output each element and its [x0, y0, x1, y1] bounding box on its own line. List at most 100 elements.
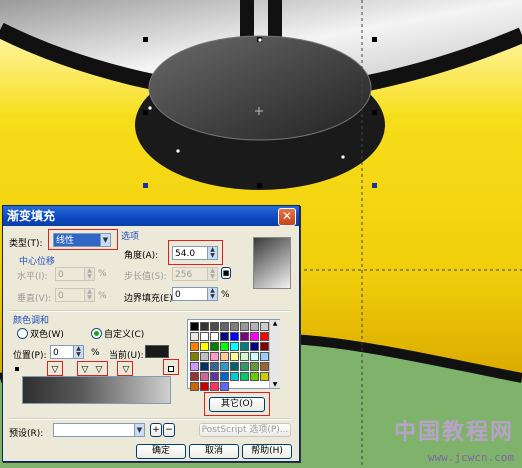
palette-swatch[interactable] — [240, 322, 249, 331]
two-color-label: 双色(W) — [30, 330, 64, 340]
palette-swatch[interactable] — [210, 342, 219, 351]
palette-swatch[interactable] — [210, 352, 219, 361]
palette-swatch[interactable] — [230, 332, 239, 341]
help-label: 帮助(H) — [251, 446, 283, 456]
palette-swatch[interactable] — [200, 352, 209, 361]
palette-swatch[interactable] — [260, 352, 269, 361]
node-point[interactable] — [175, 148, 181, 154]
position-stepper[interactable]: ▲ ▼ — [73, 345, 84, 359]
palette-swatch[interactable] — [190, 342, 199, 351]
palette-swatch[interactable] — [220, 352, 229, 361]
goggle-cap[interactable] — [148, 35, 372, 141]
position-input[interactable]: 0 — [50, 345, 74, 359]
ok-button[interactable]: 确定 — [136, 444, 186, 459]
palette-swatch[interactable] — [260, 342, 269, 351]
palette-swatch[interactable] — [250, 322, 259, 331]
palette-swatch[interactable] — [220, 372, 229, 381]
palette-swatch[interactable] — [210, 322, 219, 331]
palette-swatch[interactable] — [260, 322, 269, 331]
custom-radio[interactable] — [91, 328, 102, 339]
palette-swatch[interactable] — [190, 382, 199, 391]
horizontal-stepper[interactable]: ▲ ▼ — [84, 267, 95, 281]
palette-swatch[interactable] — [230, 372, 239, 381]
palette-swatch[interactable] — [210, 332, 219, 341]
postscript-options-button[interactable]: PostScript 选项(P)... — [199, 423, 291, 437]
palette-swatch[interactable] — [240, 342, 249, 351]
vertical-stepper[interactable]: ▲ ▼ — [84, 288, 95, 302]
palette-swatch[interactable] — [230, 322, 239, 331]
palette-swatch[interactable] — [230, 362, 239, 371]
palette-swatch[interactable] — [190, 322, 199, 331]
selection-handle[interactable] — [372, 183, 377, 188]
edge-pad-unit: % — [221, 290, 230, 300]
current-color-swatch[interactable] — [145, 345, 169, 358]
palette-swatch[interactable] — [190, 362, 199, 371]
palette-swatch[interactable] — [240, 372, 249, 381]
palette-swatch[interactable] — [210, 362, 219, 371]
node-point[interactable] — [257, 37, 263, 43]
lock-icon[interactable]: ■ — [221, 267, 231, 279]
node-point[interactable] — [340, 154, 346, 160]
steps-value: 256 — [175, 270, 193, 280]
close-button[interactable]: ✕ — [278, 208, 296, 226]
palette-swatch[interactable] — [250, 352, 259, 361]
palette-swatch[interactable] — [220, 322, 229, 331]
palette-swatch[interactable] — [250, 372, 259, 381]
palette-swatch[interactable] — [220, 382, 229, 391]
palette-swatch[interactable] — [210, 372, 219, 381]
highlight-box — [77, 361, 108, 376]
palette-swatch[interactable] — [260, 332, 269, 341]
palette-swatch[interactable] — [200, 362, 209, 371]
palette-swatch[interactable] — [240, 352, 249, 361]
horizontal-input[interactable]: 0 — [55, 267, 85, 281]
palette-swatch[interactable] — [220, 332, 229, 341]
palette-scrollbar[interactable]: ▲ ▼ — [269, 320, 280, 388]
edge-pad-stepper[interactable]: ▲ ▼ — [207, 287, 218, 301]
cancel-button[interactable]: 取消 — [189, 444, 239, 459]
palette-swatch[interactable] — [190, 372, 199, 381]
two-color-radio[interactable] — [17, 328, 28, 339]
selection-handle[interactable] — [257, 183, 262, 188]
palette-swatch[interactable] — [220, 362, 229, 371]
palette-swatch[interactable] — [200, 332, 209, 341]
dialog-titlebar[interactable]: 渐变填充 ✕ — [3, 206, 299, 226]
selection-handle[interactable] — [143, 183, 148, 188]
selection-handle[interactable] — [372, 37, 377, 42]
palette-swatch[interactable] — [200, 382, 209, 391]
palette-swatch[interactable] — [250, 342, 259, 351]
palette-swatch[interactable] — [200, 322, 209, 331]
angle-label: 角度(A): — [124, 251, 159, 261]
palette-swatch[interactable] — [250, 362, 259, 371]
steps-input[interactable]: 256 — [172, 267, 208, 281]
palette-swatch[interactable] — [240, 362, 249, 371]
gradient-preview — [253, 237, 291, 289]
fountain-fill-dialog: 渐变填充 ✕ 类型(T): 线性 ▼ 选项 角度(A): 54.0 ▲ ▼ 步长值… — [2, 205, 300, 462]
steps-stepper[interactable]: ▲ ▼ — [207, 267, 218, 281]
palette-swatch[interactable] — [200, 372, 209, 381]
vertical-input[interactable]: 0 — [55, 288, 85, 302]
palette-swatch[interactable] — [190, 332, 199, 341]
remove-preset-button[interactable]: − — [163, 423, 175, 437]
preset-select[interactable] — [53, 423, 145, 437]
palette-swatch[interactable] — [250, 332, 259, 341]
palette-swatch[interactable] — [220, 342, 229, 351]
add-preset-button[interactable]: + — [150, 423, 162, 437]
palette-swatch[interactable] — [210, 382, 219, 391]
palette-swatch[interactable] — [260, 372, 269, 381]
selection-handle[interactable] — [143, 37, 148, 42]
palette-swatch[interactable] — [230, 342, 239, 351]
color-palette[interactable] — [187, 319, 280, 391]
start-marker[interactable] — [15, 367, 19, 371]
chevron-down-icon[interactable]: ▼ — [134, 423, 145, 437]
palette-swatch[interactable] — [200, 342, 209, 351]
selection-handle[interactable] — [372, 110, 377, 115]
selection-handle[interactable] — [143, 110, 148, 115]
help-button[interactable]: 帮助(H) — [242, 444, 292, 459]
palette-swatch[interactable] — [260, 362, 269, 371]
palette-swatch[interactable] — [240, 332, 249, 341]
node-point[interactable] — [147, 105, 153, 111]
palette-swatch[interactable] — [230, 352, 239, 361]
edge-pad-input[interactable]: 0 — [172, 287, 208, 301]
palette-swatch[interactable] — [190, 352, 199, 361]
gradient-bar[interactable] — [22, 376, 171, 404]
